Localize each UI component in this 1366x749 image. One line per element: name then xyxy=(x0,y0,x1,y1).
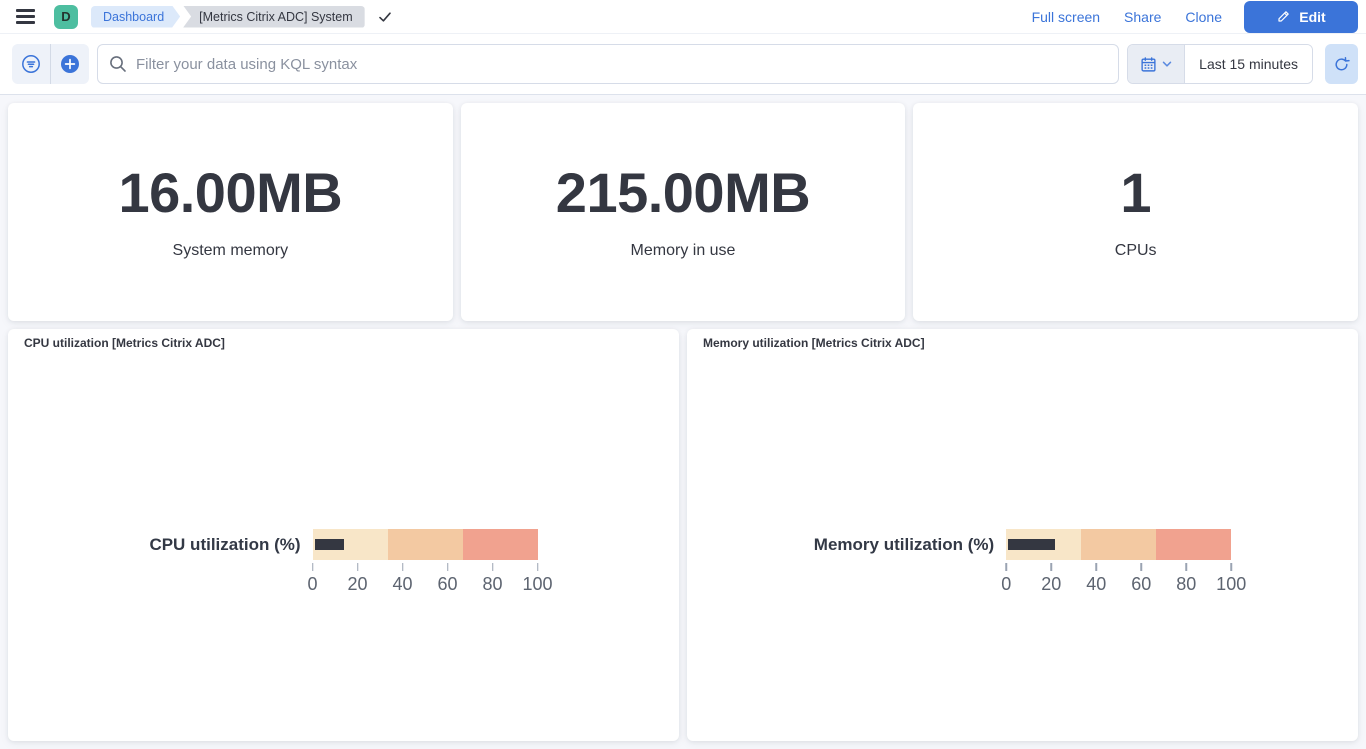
gauge-value-bar xyxy=(315,539,344,550)
tick-mark xyxy=(1005,563,1007,571)
share-button[interactable]: Share xyxy=(1124,9,1161,25)
tick-label: 60 xyxy=(438,574,458,595)
metric-label: System memory xyxy=(173,242,289,260)
edit-button[interactable]: Edit xyxy=(1244,1,1358,33)
memory-gauge-chart: Memory utilization (%) 0 20 40 60 80 100 xyxy=(687,329,1358,741)
breadcrumb-current-dashboard[interactable]: [Metrics Citrix ADC] System xyxy=(183,6,365,28)
breadcrumb-dashboard[interactable]: Dashboard xyxy=(91,6,180,28)
dashboard-content: 16.00MB System memory 215.00MB Memory in… xyxy=(0,95,1366,749)
gauge-title: Memory utilization (%) xyxy=(814,529,994,560)
tick-mark xyxy=(1230,563,1232,571)
gauge-tick-labels: 020406080100 xyxy=(1006,574,1231,596)
tick-mark xyxy=(492,563,494,571)
kql-search-box xyxy=(97,44,1119,84)
tick-label: 20 xyxy=(1041,574,1061,595)
tick-label: 0 xyxy=(1001,574,1011,595)
cpu-gauge-chart: CPU utilization (%) 0 20 40 60 80 100 xyxy=(8,329,679,741)
tick-label: 60 xyxy=(1131,574,1151,595)
kql-filter-input[interactable] xyxy=(97,44,1119,84)
clone-button[interactable]: Clone xyxy=(1185,9,1222,25)
tick-mark xyxy=(537,563,539,571)
tick-mark xyxy=(312,563,314,571)
gauge-tick-labels: 020406080100 xyxy=(313,574,538,596)
metric-value: 215.00MB xyxy=(556,165,810,221)
gauge-ticks xyxy=(313,563,538,571)
tick-label: 80 xyxy=(1176,574,1196,595)
calendar-icon xyxy=(1140,56,1157,73)
time-picker: Last 15 minutes xyxy=(1127,44,1313,84)
tick-label: 80 xyxy=(483,574,503,595)
tick-mark xyxy=(1140,563,1142,571)
tick-mark xyxy=(1095,563,1097,571)
saved-query-menu-button[interactable] xyxy=(12,44,50,84)
header-actions: Full screen Share Clone Edit xyxy=(1032,1,1358,33)
gauge-ticks xyxy=(1006,563,1231,571)
metric-card-system-memory: 16.00MB System memory xyxy=(8,103,453,321)
panel-cpu-utilization: CPU utilization [Metrics Citrix ADC] CPU… xyxy=(8,329,679,741)
gauge-bands xyxy=(313,529,538,560)
breadcrumb: Dashboard [Metrics Citrix ADC] System xyxy=(91,6,365,28)
pencil-icon xyxy=(1276,9,1291,24)
refresh-icon xyxy=(1333,56,1350,73)
chevron-down-icon xyxy=(1161,58,1173,70)
edit-button-label: Edit xyxy=(1299,9,1325,25)
gauge-title: CPU utilization (%) xyxy=(149,529,300,560)
metric-value: 16.00MB xyxy=(118,165,342,221)
hamburger-icon xyxy=(16,9,35,23)
tick-label: 100 xyxy=(523,574,553,595)
add-filter-button[interactable] xyxy=(51,44,89,84)
gauge-band xyxy=(463,529,538,560)
refresh-button[interactable] xyxy=(1325,44,1358,84)
filter-button-group xyxy=(12,44,89,84)
tick-mark xyxy=(357,563,359,571)
full-screen-button[interactable]: Full screen xyxy=(1032,9,1100,25)
gauge-value-bar xyxy=(1008,539,1055,550)
tick-label: 20 xyxy=(348,574,368,595)
metric-card-row: 16.00MB System memory 215.00MB Memory in… xyxy=(8,103,1358,321)
top-header-bar: D Dashboard [Metrics Citrix ADC] System … xyxy=(0,0,1366,34)
tick-label: 0 xyxy=(308,574,318,595)
main-menu-button[interactable] xyxy=(10,3,40,31)
time-picker-calendar-button[interactable] xyxy=(1128,45,1185,83)
tick-mark xyxy=(402,563,404,571)
query-toolbar: Last 15 minutes xyxy=(0,34,1366,95)
metric-card-memory-in-use: 215.00MB Memory in use xyxy=(461,103,906,321)
gauge-band xyxy=(1156,529,1231,560)
tick-mark xyxy=(1050,563,1052,571)
tick-mark xyxy=(1185,563,1187,571)
gauge-band xyxy=(1081,529,1156,560)
time-range-button[interactable]: Last 15 minutes xyxy=(1185,45,1312,83)
panel-memory-utilization: Memory utilization [Metrics Citrix ADC] … xyxy=(687,329,1358,741)
metric-card-cpus: 1 CPUs xyxy=(913,103,1358,321)
search-icon xyxy=(108,54,128,74)
dashboard-logo-badge[interactable]: D xyxy=(54,5,78,29)
tick-label: 100 xyxy=(1216,574,1246,595)
filter-circle-icon xyxy=(20,53,42,75)
tick-mark xyxy=(447,563,449,571)
check-icon xyxy=(377,9,393,25)
tick-label: 40 xyxy=(1086,574,1106,595)
metric-value: 1 xyxy=(1120,165,1151,221)
metric-label: Memory in use xyxy=(631,242,736,260)
plus-circle-icon xyxy=(59,53,81,75)
metric-label: CPUs xyxy=(1115,242,1157,260)
gauge-panel-row: CPU utilization [Metrics Citrix ADC] CPU… xyxy=(8,329,1358,741)
tick-label: 40 xyxy=(393,574,413,595)
gauge-band xyxy=(388,529,463,560)
bullet-gauge: 020406080100 xyxy=(1006,529,1231,596)
gauge-bands xyxy=(1006,529,1231,560)
bullet-gauge: 020406080100 xyxy=(313,529,538,596)
